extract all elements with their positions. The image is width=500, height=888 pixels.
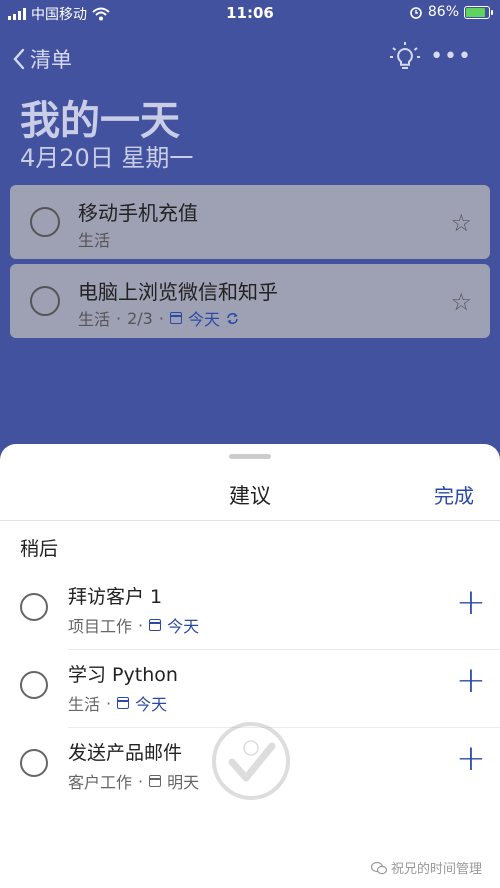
add-suggestion-button[interactable]: + <box>456 663 486 699</box>
sheet-title: 建议 <box>229 484 271 508</box>
task-list-name: 生活 <box>78 231 111 250</box>
watermark-credit: 祝兄的时间管理 <box>370 858 482 877</box>
calendar-icon <box>149 775 162 787</box>
battery-icon <box>464 5 493 19</box>
back-label: 清单 <box>30 48 72 72</box>
suggestions-sheet: 建议 完成 稍后 拜访客户 1 项目工作 · 今天 + 学习 Python 生活… <box>0 444 500 888</box>
task-complete-checkbox[interactable] <box>30 286 60 316</box>
page-date: 4月20日 星期一 <box>20 144 194 172</box>
alarm-icon <box>410 7 422 19</box>
repeat-icon <box>227 312 238 324</box>
suggestion-due: 今天 <box>167 617 200 636</box>
lightbulb-icon[interactable] <box>388 40 422 74</box>
back-button[interactable]: 清单 <box>12 44 72 74</box>
nav-bar: 清单 ••• <box>0 40 500 80</box>
task-steps: 2/3 <box>127 308 153 328</box>
suggestion-due: 明天 <box>167 773 200 792</box>
suggestion-checkbox[interactable] <box>20 593 48 621</box>
suggestion-list-name: 生活 <box>68 695 101 714</box>
sheet-grabber[interactable] <box>229 454 271 459</box>
credit-text: 祝兄的时间管理 <box>390 862 482 877</box>
task-title: 移动手机充值 <box>78 201 198 225</box>
more-options-button[interactable]: ••• <box>430 44 472 69</box>
star-icon[interactable]: ☆ <box>450 209 472 237</box>
suggestion-checkbox[interactable] <box>20 671 48 699</box>
watermark-logo <box>212 722 290 800</box>
suggestion-checkbox[interactable] <box>20 749 48 777</box>
calendar-icon <box>149 619 162 631</box>
status-bar: 中国移动 11:06 86% <box>0 0 500 26</box>
suggestion-item[interactable]: 学习 Python 生活 · 今天 + <box>0 650 500 728</box>
done-button[interactable]: 完成 <box>434 480 474 509</box>
task-item[interactable]: 移动手机充值 生活 ☆ <box>10 185 490 259</box>
suggestion-title: 拜访客户 1 <box>68 586 163 608</box>
suggestion-title: 学习 Python <box>68 664 178 686</box>
suggestion-item[interactable]: 拜访客户 1 项目工作 · 今天 + <box>0 572 500 650</box>
task-item[interactable]: 电脑上浏览微信和知乎 生活 · 2/3 · 今天 ☆ <box>10 264 490 338</box>
calendar-icon <box>117 697 130 709</box>
suggestion-due: 今天 <box>135 695 168 714</box>
suggestion-list-name: 客户工作 <box>68 773 133 792</box>
star-icon[interactable]: ☆ <box>450 288 472 316</box>
divider <box>0 520 500 521</box>
task-complete-checkbox[interactable] <box>30 207 60 237</box>
suggestion-list-name: 项目工作 <box>68 617 133 636</box>
task-list-name: 生活 <box>78 310 111 329</box>
wechat-icon <box>370 861 387 874</box>
add-suggestion-button[interactable]: + <box>456 741 486 777</box>
add-suggestion-button[interactable]: + <box>456 585 486 621</box>
suggestion-title: 发送产品邮件 <box>68 742 183 764</box>
calendar-icon <box>169 312 182 324</box>
chevron-left-icon <box>13 48 25 70</box>
battery-percent: 86% <box>427 4 459 20</box>
section-header-later: 稍后 <box>20 538 59 560</box>
task-title: 电脑上浏览微信和知乎 <box>78 280 278 304</box>
task-due: 今天 <box>187 310 220 329</box>
